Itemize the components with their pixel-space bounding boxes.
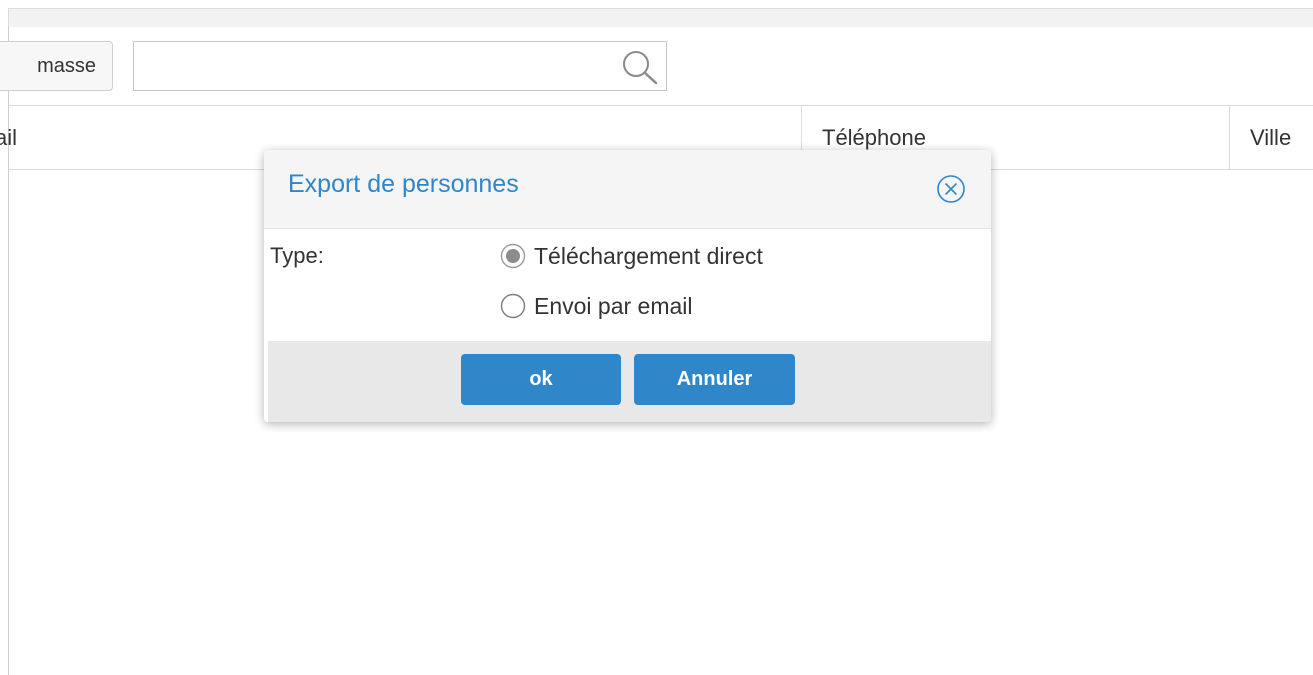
column-header-label: Ville (1250, 124, 1292, 150)
column-header-label: Téléphone (822, 124, 926, 150)
radio-option-direct-download[interactable]: Téléchargement direct (500, 241, 763, 271)
masse-action-button[interactable]: masse (0, 41, 113, 91)
dialog-footer: ok Annuler (268, 341, 991, 422)
radio-selected-icon[interactable] (500, 243, 526, 269)
cancel-button[interactable]: Annuler (634, 354, 795, 405)
ok-button[interactable]: ok (461, 354, 621, 405)
dialog-title: Export de personnes (288, 170, 519, 198)
toolbar: masse (0, 27, 1313, 106)
radio-option-email[interactable]: Envoi par email (500, 291, 693, 321)
search-icon[interactable] (620, 48, 660, 86)
radio-unselected-icon[interactable] (500, 293, 526, 319)
close-icon[interactable] (934, 172, 968, 206)
search-input[interactable] (134, 42, 604, 90)
radio-option-label: Envoi par email (534, 292, 693, 319)
column-header-label: ail (0, 124, 18, 150)
type-label: Type: (270, 243, 324, 268)
top-strip (8, 8, 1313, 28)
dialog-header: Export de personnes (264, 150, 991, 229)
export-dialog: Export de personnes Type: Téléchargement… (264, 150, 991, 422)
column-header-ville[interactable]: Ville (1229, 106, 1313, 169)
page: masse ail Téléphone Ville Export de pers… (0, 0, 1313, 675)
dialog-body: Type: Téléchargement direct Envoi par em… (264, 229, 991, 341)
masse-action-label: masse (37, 54, 96, 77)
radio-option-label: Téléchargement direct (534, 242, 763, 269)
search-box (133, 41, 667, 91)
